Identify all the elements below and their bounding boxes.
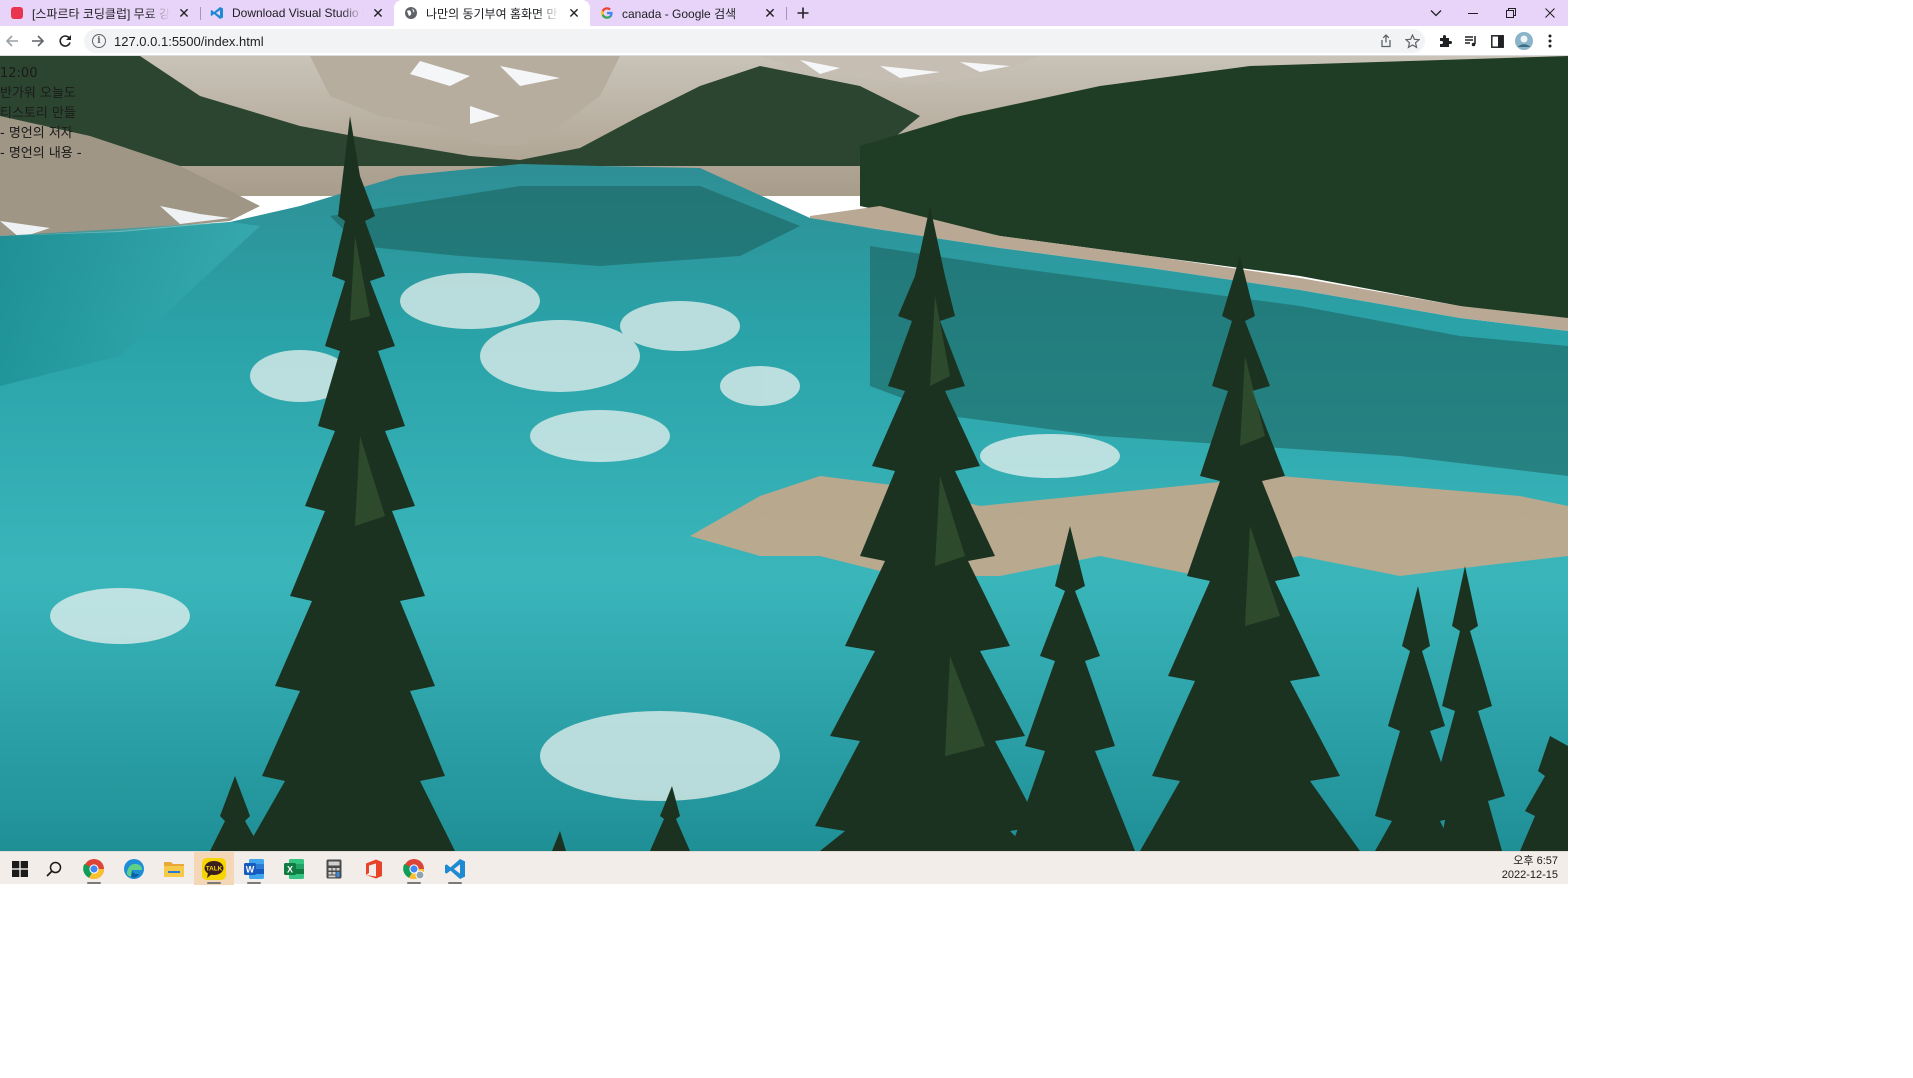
taskbar-excel[interactable]: X bbox=[274, 852, 314, 885]
puzzle-icon bbox=[1440, 35, 1452, 47]
quote-author: - 명언의 저자 bbox=[0, 126, 73, 141]
tab-separator bbox=[786, 7, 787, 20]
globe-icon bbox=[404, 6, 418, 20]
chevron-down-icon bbox=[1430, 10, 1442, 17]
share-button[interactable] bbox=[1375, 30, 1397, 52]
taskbar-office[interactable] bbox=[354, 852, 394, 885]
profile-avatar[interactable] bbox=[1513, 30, 1535, 52]
taskbar-kakaotalk[interactable]: TALK bbox=[194, 852, 234, 885]
queue-music-icon bbox=[1465, 36, 1476, 47]
background-landscape-image bbox=[0, 56, 1568, 851]
clock-date: 2022-12-15 bbox=[1501, 869, 1558, 881]
new-tab-button[interactable] bbox=[793, 3, 813, 23]
kakaotalk-icon: TALK bbox=[202, 857, 226, 880]
minimize-button[interactable] bbox=[1455, 0, 1491, 26]
tab-vscode-download[interactable]: Download Visual Studio Code - ✕ bbox=[200, 0, 394, 26]
reload-button[interactable] bbox=[54, 30, 76, 52]
vscode-icon bbox=[445, 858, 465, 879]
close-icon[interactable]: ✕ bbox=[370, 5, 386, 21]
address-bar[interactable]: i 127.0.0.1:5500/index.html bbox=[84, 29, 1425, 53]
file-explorer-icon bbox=[164, 861, 184, 877]
arrow-left-icon bbox=[5, 35, 18, 47]
taskbar-file-explorer[interactable] bbox=[154, 852, 194, 885]
clock-text: 12:00 bbox=[0, 66, 38, 81]
tab-google-canada[interactable]: canada - Google 검색 ✕ bbox=[590, 0, 786, 26]
close-icon bbox=[1545, 8, 1555, 18]
taskbar-search-button[interactable] bbox=[34, 852, 74, 885]
more-vert-icon bbox=[1548, 34, 1552, 48]
tab-motivation-home[interactable]: 나만의 동기부여 홈화면 만들기 ✕ bbox=[394, 0, 590, 26]
taskbar-chrome-window[interactable] bbox=[394, 852, 434, 885]
taskbar-edge[interactable] bbox=[114, 852, 154, 885]
google-icon bbox=[600, 6, 614, 20]
restore-icon bbox=[1506, 8, 1516, 18]
share-icon bbox=[1381, 34, 1391, 48]
motto-text: 티스토리 만들 bbox=[0, 106, 76, 121]
tab-title: Download Visual Studio Code - bbox=[232, 6, 364, 20]
edge-icon bbox=[124, 858, 144, 879]
close-icon[interactable]: ✕ bbox=[762, 5, 778, 21]
chrome-dev-icon bbox=[403, 858, 425, 879]
close-icon[interactable]: ✕ bbox=[566, 5, 582, 21]
info-icon[interactable]: i bbox=[92, 34, 106, 48]
arrow-right-icon bbox=[32, 35, 45, 47]
menu-button[interactable] bbox=[1539, 30, 1561, 52]
search-icon bbox=[46, 861, 62, 877]
windows-taskbar: TALK W X 오후 6:57 2022-12-15 bbox=[0, 851, 1568, 885]
word-icon: W bbox=[244, 858, 264, 879]
tab-strip: [스파르타 코딩클럽] 무료 강의 ✕ Download Visual Stud… bbox=[0, 0, 1568, 26]
avatar-icon bbox=[1515, 32, 1533, 50]
tab-title: 나만의 동기부여 홈화면 만들기 bbox=[426, 6, 560, 21]
side-panel-icon bbox=[1490, 34, 1504, 48]
excel-icon: X bbox=[284, 858, 304, 879]
vscode-icon bbox=[210, 6, 224, 20]
side-panel-button[interactable] bbox=[1486, 30, 1508, 52]
forward-button[interactable] bbox=[27, 30, 49, 52]
clock-time: 오후 6:57 bbox=[1513, 855, 1558, 867]
calculator-icon bbox=[326, 859, 342, 878]
taskbar-word[interactable]: W bbox=[234, 852, 274, 885]
page-overlay: 12:00 반가워 오늘도 티스토리 만들 - 명언의 저자 - 명언의 내용 … bbox=[0, 64, 82, 164]
reload-icon bbox=[59, 35, 71, 47]
close-icon[interactable]: ✕ bbox=[176, 5, 192, 21]
media-button[interactable] bbox=[1460, 30, 1482, 52]
page-viewport: 12:00 반가워 오늘도 티스토리 만들 - 명언의 저자 - 명언의 내용 … bbox=[0, 56, 1568, 851]
restore-button[interactable] bbox=[1493, 0, 1529, 26]
plus-icon bbox=[797, 7, 809, 19]
extensions-button[interactable] bbox=[1434, 30, 1456, 52]
greeting-text: 반가워 오늘도 bbox=[0, 86, 76, 101]
svg-text:W: W bbox=[246, 864, 255, 874]
taskbar-chrome[interactable] bbox=[74, 852, 114, 885]
star-icon bbox=[1404, 33, 1420, 49]
tab-search-button[interactable] bbox=[1418, 0, 1454, 26]
chrome-icon bbox=[83, 858, 105, 879]
back-button[interactable] bbox=[1, 30, 23, 52]
sparta-icon bbox=[10, 6, 24, 20]
system-clock[interactable]: 오후 6:57 2022-12-15 bbox=[1502, 854, 1558, 882]
quote-text: - 명언의 내용 - bbox=[0, 146, 82, 161]
tab-sparta[interactable]: [스파르타 코딩클럽] 무료 강의 ✕ bbox=[0, 0, 200, 26]
minimize-icon bbox=[1468, 13, 1478, 14]
taskbar-calculator[interactable] bbox=[314, 852, 354, 885]
office-icon bbox=[366, 859, 382, 878]
url-text[interactable]: 127.0.0.1:5500/index.html bbox=[114, 34, 264, 49]
bookmark-button[interactable] bbox=[1401, 30, 1423, 52]
tab-title: [스파르타 코딩클럽] 무료 강의 bbox=[32, 6, 170, 21]
browser-toolbar: i 127.0.0.1:5500/index.html bbox=[0, 26, 1568, 56]
svg-text:TALK: TALK bbox=[206, 865, 223, 872]
close-window-button[interactable] bbox=[1532, 0, 1568, 26]
tab-title: canada - Google 검색 bbox=[622, 6, 737, 21]
windows-start-icon bbox=[12, 860, 28, 877]
taskbar-vscode[interactable] bbox=[435, 852, 475, 885]
svg-text:X: X bbox=[287, 864, 293, 874]
